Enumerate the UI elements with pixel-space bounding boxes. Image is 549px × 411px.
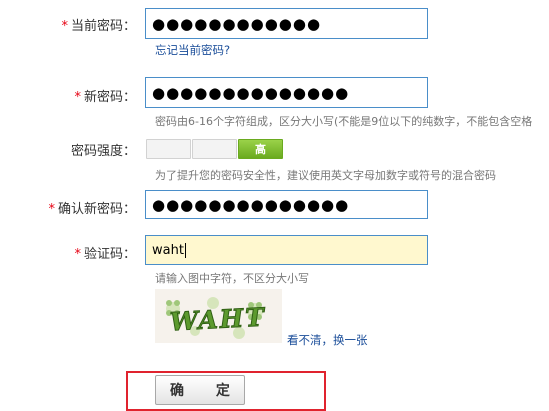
- strength-segment-high: 高: [238, 139, 283, 159]
- captcha-input[interactable]: waht: [145, 235, 428, 265]
- captcha-image: WAHT: [155, 289, 282, 343]
- captcha-image-art: WAHT: [155, 289, 282, 343]
- new-password-input[interactable]: ●●●●●●●●●●●●●●: [145, 77, 428, 108]
- refresh-captcha-link[interactable]: 看不清，换一张: [287, 332, 368, 348]
- captcha-image-text: WAHT: [169, 302, 267, 336]
- password-strength-meter: 高: [146, 139, 284, 159]
- strength-hint: 为了提升您的密码安全性，建议使用英文字母加数字或符号的混合密码: [155, 169, 496, 182]
- new-password-label: * 新密码：: [74, 90, 136, 105]
- current-password-input[interactable]: ●●●●●●●●●●●●: [145, 8, 428, 39]
- strength-label: 密码强度：: [70, 144, 136, 159]
- captcha-hint: 请输入图中字符，不区分大小写: [155, 272, 309, 285]
- text-caret: [184, 242, 186, 258]
- confirm-password-input[interactable]: ●●●●●●●●●●●●●●: [145, 190, 428, 219]
- submit-button[interactable]: 确 定: [155, 375, 245, 405]
- confirm-password-label: * 确认新密码：: [48, 202, 136, 217]
- forgot-password-link[interactable]: 忘记当前密码?: [155, 42, 230, 58]
- strength-segment-low: [146, 139, 191, 159]
- strength-segment-medium: [192, 139, 237, 159]
- current-password-label: * 当前密码：: [61, 19, 136, 34]
- captcha-label: * 验证码：: [74, 247, 136, 262]
- new-password-hint: 密码由6-16个字符组成，区分大小写(不能是9位以下的纯数字，不能包含空格: [155, 115, 533, 128]
